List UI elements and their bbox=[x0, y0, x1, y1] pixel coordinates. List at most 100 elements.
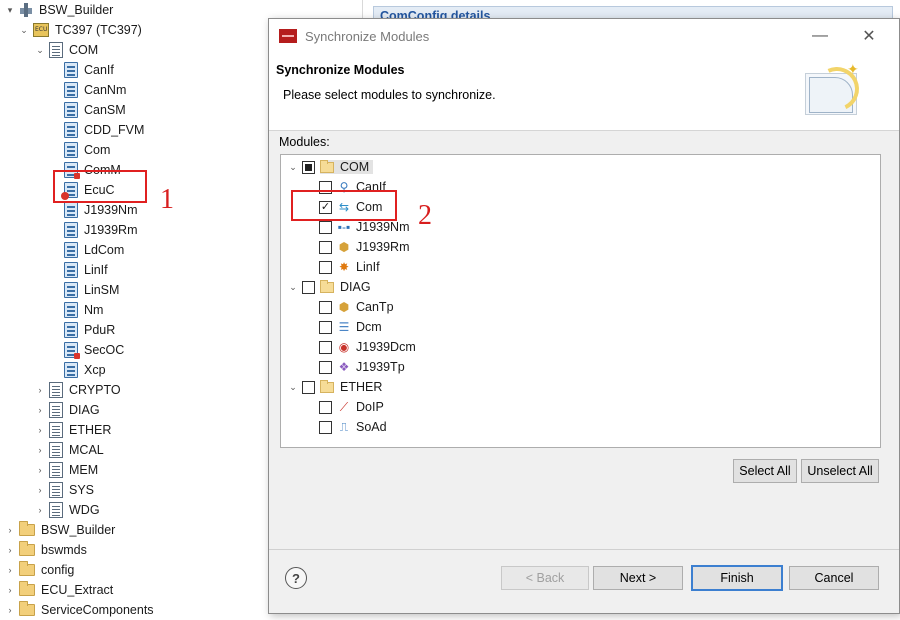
module-checkbox[interactable] bbox=[319, 400, 332, 414]
module-file-icon bbox=[64, 202, 78, 218]
tree-item-pdur[interactable]: PduR bbox=[64, 320, 115, 340]
module-group-diag[interactable]: ⌄ DIAG bbox=[287, 277, 371, 297]
group-label: DIAG bbox=[340, 280, 371, 294]
tree-item-com[interactable]: Com bbox=[64, 140, 110, 160]
module-checkbox[interactable] bbox=[319, 240, 332, 254]
tree-item-bsw-builder-project[interactable]: ▾ BSW_Builder bbox=[4, 0, 113, 20]
finish-button[interactable]: Finish bbox=[691, 565, 783, 591]
module-group-ether[interactable]: ⌄ ETHER bbox=[287, 377, 382, 397]
unselect-all-button[interactable]: Unselect All bbox=[801, 459, 879, 483]
dialog-titlebar[interactable]: Synchronize Modules — ✕ bbox=[269, 19, 899, 53]
expand-arrow-icon[interactable]: › bbox=[34, 444, 46, 456]
tree-item-label: LdCom bbox=[84, 243, 125, 257]
tree-item-label: Com bbox=[84, 143, 111, 157]
tree-item-bsw-builder-folder[interactable]: › BSW_Builder bbox=[4, 520, 115, 540]
next-button[interactable]: Next > bbox=[593, 566, 683, 590]
module-item-soad[interactable]: ⎍ SoAd bbox=[319, 417, 387, 437]
group-checkbox[interactable] bbox=[302, 380, 315, 394]
module-checkbox[interactable] bbox=[319, 220, 332, 234]
module-label: SoAd bbox=[356, 420, 387, 434]
folder-icon bbox=[19, 581, 35, 596]
tree-item-mem[interactable]: › MEM bbox=[34, 460, 98, 480]
expand-arrow-icon[interactable]: › bbox=[4, 544, 16, 556]
tree-item-config[interactable]: › config bbox=[4, 560, 74, 580]
expand-arrow-icon[interactable]: › bbox=[34, 504, 46, 516]
tree-item-canif[interactable]: CanIf bbox=[64, 60, 114, 80]
tree-item-linif[interactable]: LinIf bbox=[64, 260, 108, 280]
group-checkbox[interactable] bbox=[302, 160, 315, 174]
tree-item-crypto[interactable]: › CRYPTO bbox=[34, 380, 121, 400]
module-item-j1939tp[interactable]: ❖ J1939Tp bbox=[319, 357, 405, 377]
collapse-arrow-icon[interactable]: ⌄ bbox=[34, 44, 46, 56]
tree-item-cannm[interactable]: CanNm bbox=[64, 80, 126, 100]
tree-item-ether[interactable]: › ETHER bbox=[34, 420, 111, 440]
tree-item-xcp[interactable]: Xcp bbox=[64, 360, 106, 380]
module-checkbox[interactable] bbox=[319, 420, 332, 434]
expand-arrow-icon[interactable]: › bbox=[4, 584, 16, 596]
node-link-icon: ▪‑▪ bbox=[337, 220, 351, 234]
tree-item-label: config bbox=[41, 563, 75, 577]
tree-item-ldcom[interactable]: LdCom bbox=[64, 240, 124, 260]
tree-item-j1939nm[interactable]: J1939Nm bbox=[64, 200, 138, 220]
module-file-icon bbox=[64, 222, 78, 238]
module-item-j1939dcm[interactable]: ◉ J1939Dcm bbox=[319, 337, 416, 357]
tree-item-label: SecOC bbox=[84, 343, 125, 357]
module-item-j1939rm[interactable]: ⬢ J1939Rm bbox=[319, 237, 410, 257]
expand-arrow-icon[interactable]: › bbox=[34, 424, 46, 436]
collapse-arrow-icon[interactable]: ⌄ bbox=[18, 24, 30, 36]
maximize-button[interactable] bbox=[809, 25, 839, 47]
expand-arrow-icon[interactable]: › bbox=[4, 564, 16, 576]
close-button[interactable]: ✕ bbox=[854, 25, 884, 47]
tree-item-j1939rm[interactable]: J1939Rm bbox=[64, 220, 138, 240]
expand-arrow-icon[interactable]: › bbox=[34, 464, 46, 476]
module-checkbox[interactable] bbox=[319, 340, 332, 354]
tree-item-com-group[interactable]: ⌄ COM bbox=[34, 40, 98, 60]
module-checkbox[interactable] bbox=[319, 320, 332, 334]
expand-arrow-icon[interactable]: › bbox=[34, 484, 46, 496]
tree-item-diag[interactable]: › DIAG bbox=[34, 400, 100, 420]
tree-item-cansm[interactable]: CanSM bbox=[64, 100, 126, 120]
folder-icon bbox=[320, 279, 334, 293]
module-label: CanTp bbox=[356, 300, 394, 314]
expand-arrow-icon[interactable]: › bbox=[4, 604, 16, 616]
tree-item-secoc[interactable]: SecOC bbox=[64, 340, 124, 360]
module-list-icon bbox=[49, 462, 63, 478]
tree-item-bswmds[interactable]: › bswmds bbox=[4, 540, 87, 560]
tree-item-mcal[interactable]: › MCAL bbox=[34, 440, 104, 460]
group-checkbox[interactable] bbox=[302, 280, 315, 294]
collapse-arrow-icon[interactable]: ⌄ bbox=[287, 161, 299, 173]
module-item-linif[interactable]: ✸ LinIf bbox=[319, 257, 380, 277]
back-button[interactable]: < Back bbox=[501, 566, 589, 590]
select-all-button[interactable]: Select All bbox=[733, 459, 797, 483]
collapse-arrow-icon[interactable]: ⌄ bbox=[287, 381, 299, 393]
module-checkbox[interactable] bbox=[319, 260, 332, 274]
expand-arrow-icon[interactable]: › bbox=[34, 384, 46, 396]
collapse-arrow-icon[interactable]: ▾ bbox=[4, 4, 16, 16]
tree-item-label: LinIf bbox=[84, 263, 108, 277]
tree-item-cdd-fvm[interactable]: CDD_FVM bbox=[64, 120, 144, 140]
group-label: ETHER bbox=[340, 380, 383, 394]
module-item-dcm[interactable]: ☰ Dcm bbox=[319, 317, 382, 337]
tree-item-ecu-extract[interactable]: › ECU_Extract bbox=[4, 580, 113, 600]
expand-arrow-icon[interactable]: › bbox=[34, 404, 46, 416]
collapse-arrow-icon[interactable]: ⌄ bbox=[287, 281, 299, 293]
expand-arrow-icon[interactable]: › bbox=[4, 524, 16, 536]
tree-item-sys[interactable]: › SYS bbox=[34, 480, 94, 500]
tree-item-nm[interactable]: Nm bbox=[64, 300, 103, 320]
synchronize-modules-dialog: Synchronize Modules — ✕ Synchronize Modu… bbox=[268, 18, 900, 614]
help-icon[interactable]: ? bbox=[285, 567, 307, 589]
module-list-icon bbox=[49, 442, 63, 458]
module-item-doip[interactable]: ⟋ DoIP bbox=[319, 397, 384, 417]
module-file-icon bbox=[64, 102, 78, 118]
module-checkbox[interactable] bbox=[319, 360, 332, 374]
tree-item-wdg[interactable]: › WDG bbox=[34, 500, 100, 520]
tree-item-tc397[interactable]: ⌄ TC397 (TC397) bbox=[18, 20, 142, 40]
project-icon bbox=[19, 3, 33, 17]
module-checkbox[interactable] bbox=[319, 300, 332, 314]
tree-item-linsm[interactable]: LinSM bbox=[64, 280, 119, 300]
tree-item-service-components[interactable]: › ServiceComponents bbox=[4, 600, 154, 620]
module-item-cantp[interactable]: ⬢ CanTp bbox=[319, 297, 394, 317]
window-title: Synchronize Modules bbox=[305, 28, 430, 44]
cancel-button[interactable]: Cancel bbox=[789, 566, 879, 590]
module-group-com[interactable]: ⌄ COM bbox=[287, 157, 374, 177]
